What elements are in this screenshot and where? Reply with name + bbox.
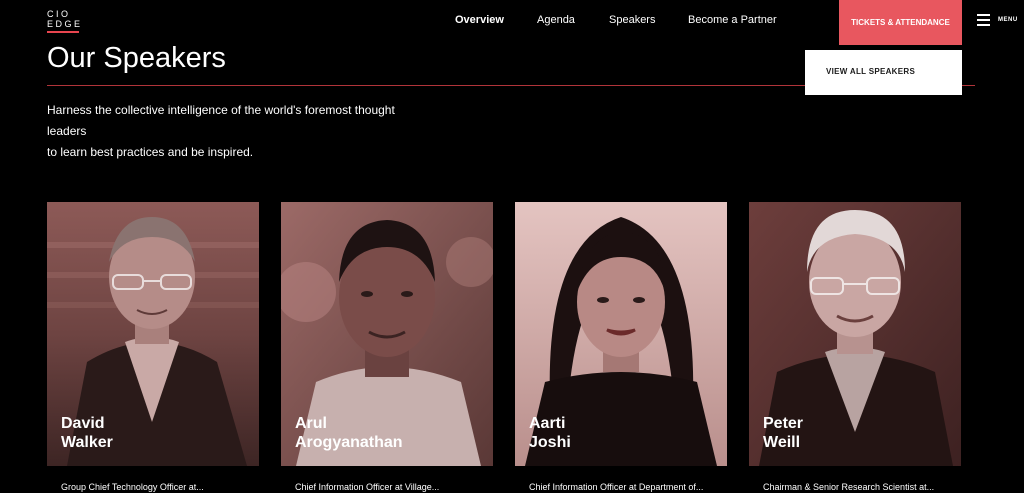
speaker-card-david-walker[interactable]: David Walker	[47, 202, 259, 466]
intro-line-2: to learn best practices and be inspired.	[47, 145, 254, 159]
speaker-last-name: Walker	[61, 434, 113, 451]
speakers-dropdown: VIEW ALL SPEAKERS	[805, 50, 962, 95]
nav-overview[interactable]: Overview	[455, 14, 504, 26]
intro-line-1: Harness the collective intelligence of t…	[47, 103, 395, 138]
cio-edge-logo[interactable]: CIO EDGE	[47, 9, 81, 33]
speaker-role: Chief Information Officer at Department …	[529, 482, 704, 492]
nav-speakers[interactable]: Speakers	[609, 14, 655, 26]
logo-line-2: EDGE	[47, 19, 83, 29]
menu-button[interactable]: MENU	[977, 14, 1018, 26]
speaker-role: Chief Information Officer at Village...	[295, 482, 440, 492]
hamburger-icon	[977, 14, 990, 26]
speaker-card-arul-arogyanathan[interactable]: Arul Arogyanathan	[281, 202, 493, 466]
view-all-speakers-link[interactable]: VIEW ALL SPEAKERS	[826, 67, 915, 76]
nav-become-a-partner[interactable]: Become a Partner	[688, 14, 777, 26]
page-title: Our Speakers	[47, 42, 226, 74]
speaker-first-name: David	[61, 415, 105, 432]
speaker-first-name: Arul	[295, 415, 327, 432]
speaker-last-name: Weill	[763, 434, 801, 451]
speaker-last-name: Arogyanathan	[295, 434, 403, 451]
speaker-role: Group Chief Technology Officer at...	[61, 482, 204, 492]
logo-line-1: CIO	[47, 9, 71, 19]
logo-underline	[47, 31, 79, 33]
speaker-card-aarti-joshi[interactable]: Aarti Joshi	[515, 202, 727, 466]
speaker-first-name: Peter	[763, 415, 804, 432]
nav-agenda[interactable]: Agenda	[537, 14, 575, 26]
tickets-attendance-button[interactable]: TICKETS & ATTENDANCE	[839, 0, 962, 45]
speaker-name: David Walker	[61, 414, 113, 452]
speaker-card-peter-weill[interactable]: Peter Weill	[749, 202, 961, 466]
speaker-name: Peter Weill	[763, 414, 803, 452]
menu-label: MENU	[998, 16, 1018, 23]
intro-text: Harness the collective intelligence of t…	[47, 100, 427, 163]
speaker-first-name: Aarti	[529, 415, 566, 432]
speaker-name: Arul Arogyanathan	[295, 414, 403, 452]
speaker-role: Chairman & Senior Research Scientist at.…	[763, 482, 935, 492]
speaker-name: Aarti Joshi	[529, 414, 571, 452]
speaker-last-name: Joshi	[529, 434, 571, 451]
